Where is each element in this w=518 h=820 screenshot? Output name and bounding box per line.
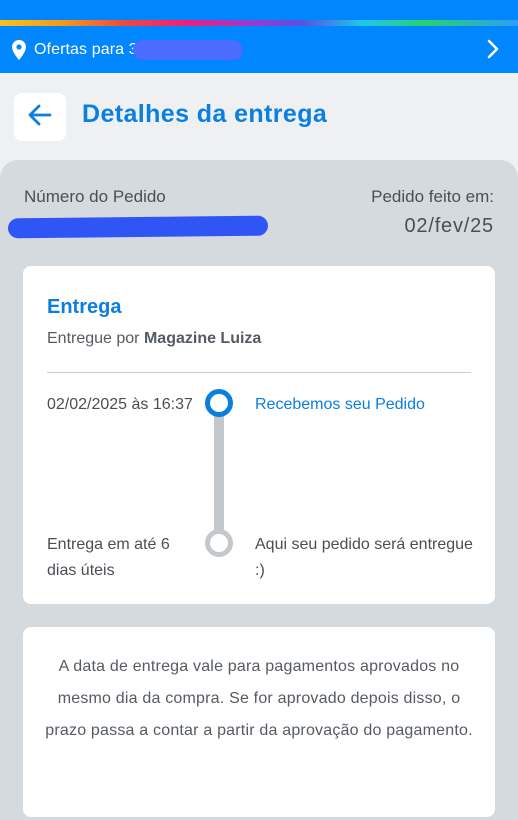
divider bbox=[47, 372, 471, 373]
arrow-left-icon bbox=[28, 104, 52, 131]
redacted-order-number bbox=[7, 215, 269, 239]
location-bar[interactable]: Ofertas para 3 bbox=[0, 26, 518, 73]
step-status-received: Recebemos seu Pedido bbox=[255, 396, 425, 413]
step-status-delivery: Aqui seu pedido será entregue :) bbox=[255, 536, 473, 579]
page-title: Detalhes da entrega bbox=[82, 100, 328, 128]
delivered-by-prefix: Entregue por bbox=[47, 330, 140, 347]
delivery-card: Entrega Entregue por Magazine Luiza 02/0… bbox=[23, 266, 495, 604]
location-text: Ofertas para 3 bbox=[34, 40, 138, 58]
page-header: Detalhes da entrega bbox=[0, 73, 518, 163]
order-placed-label: Pedido feito em: bbox=[371, 187, 494, 206]
delivery-info-text: A data de entrega vale para pagamentos a… bbox=[45, 658, 473, 739]
order-placed-date: 02/fev/25 bbox=[404, 215, 494, 237]
step-eta: Entrega em até 6 dias úteis bbox=[47, 536, 170, 579]
order-number-label: Número do Pedido bbox=[24, 187, 166, 206]
delivered-by: Entregue por Magazine Luiza bbox=[47, 330, 261, 348]
location-pin-icon bbox=[12, 39, 26, 60]
step-dot-pending bbox=[205, 529, 233, 557]
back-button[interactable] bbox=[14, 93, 66, 141]
info-card: A data de entrega vale para pagamentos a… bbox=[23, 627, 495, 817]
redacted-address bbox=[133, 40, 243, 60]
tracking-line bbox=[214, 416, 224, 538]
step-dot-active bbox=[205, 389, 233, 417]
step-date: 02/02/2025 às 16:37 bbox=[47, 396, 193, 413]
seller-name: Magazine Luiza bbox=[143, 330, 262, 347]
order-details-panel: Número do Pedido Pedido feito em: 02/fev… bbox=[0, 160, 518, 820]
delivery-title: Entrega bbox=[47, 296, 122, 318]
chevron-right-icon[interactable] bbox=[486, 39, 500, 59]
